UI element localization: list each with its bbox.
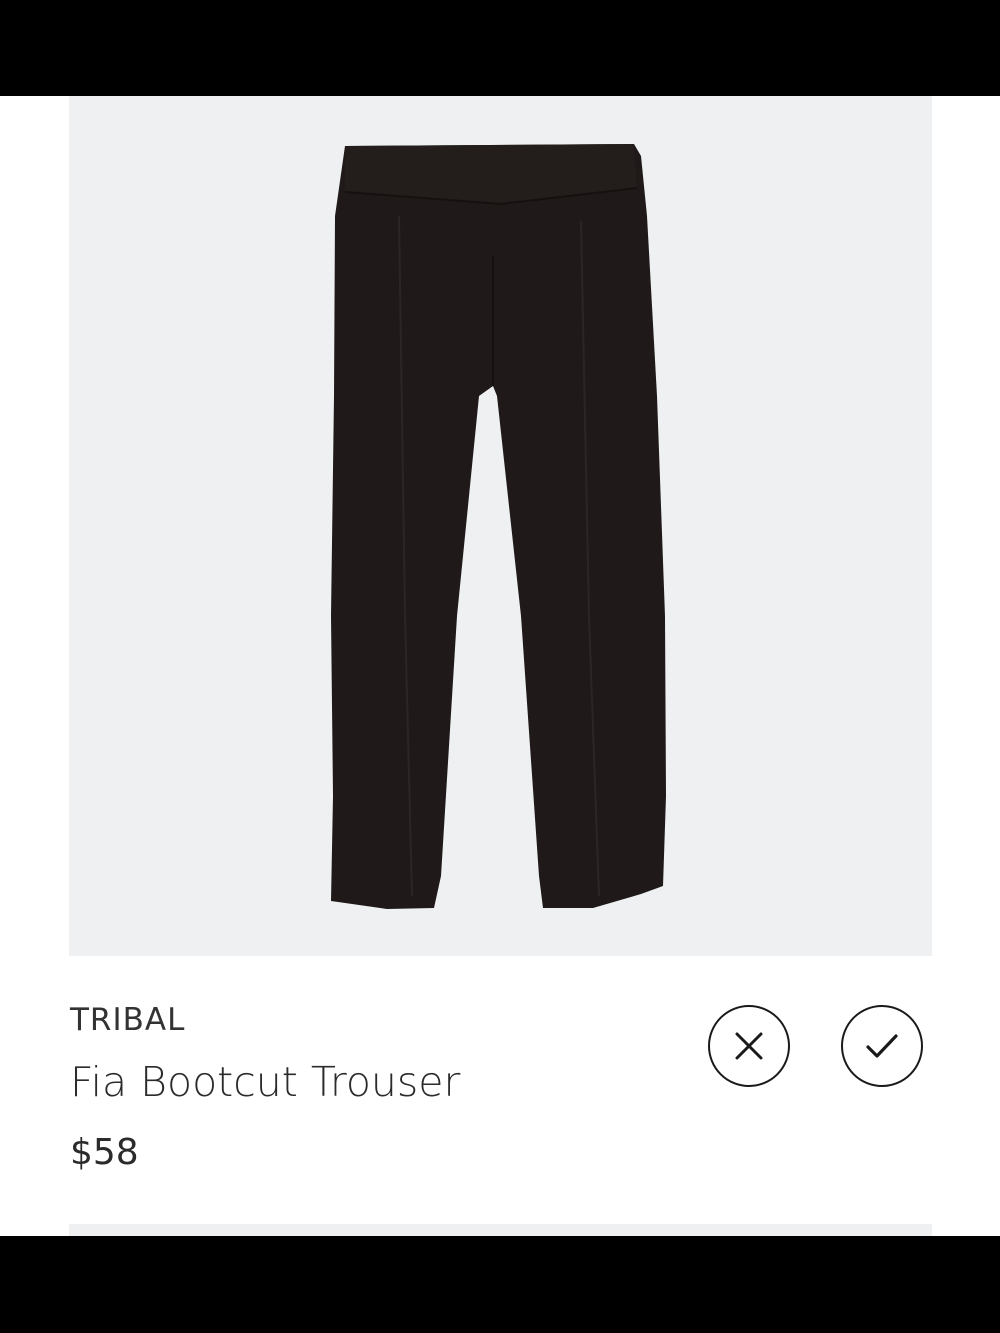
top-letterbox-bar <box>0 0 1000 96</box>
black-trousers-image <box>331 144 666 909</box>
keep-button[interactable] <box>841 1005 923 1087</box>
product-card: TRIBAL Fia Bootcut Trouser $58 <box>0 96 1000 1236</box>
product-image[interactable] <box>69 96 932 956</box>
checkmark-icon <box>866 1034 898 1058</box>
next-card-edge <box>69 1224 932 1236</box>
product-title: Fia Bootcut Trouser <box>70 1058 461 1106</box>
close-icon <box>735 1032 763 1060</box>
reject-button[interactable] <box>708 1005 790 1087</box>
trousers-shape <box>331 144 666 909</box>
brand-name: TRIBAL <box>70 1002 186 1038</box>
bottom-letterbox-bar <box>0 1236 1000 1333</box>
product-price: $58 <box>70 1132 139 1173</box>
